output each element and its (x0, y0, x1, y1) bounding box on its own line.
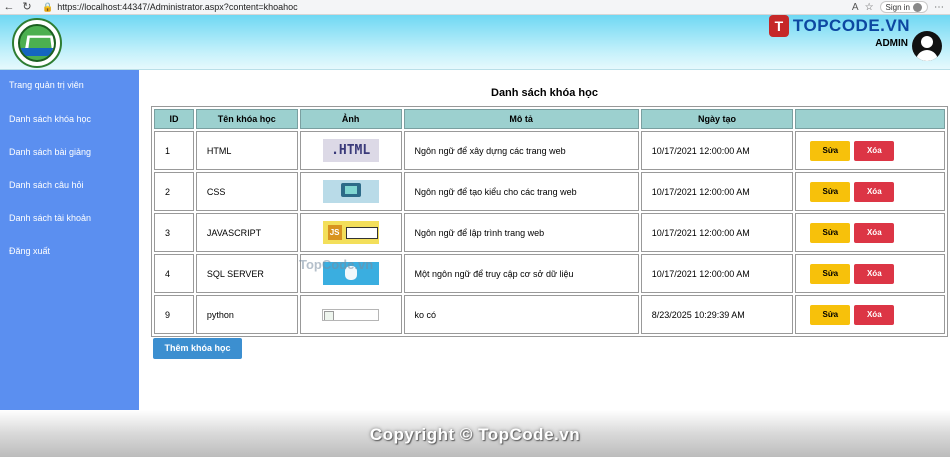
cell-description: ko có (403, 295, 639, 334)
cell-image (299, 213, 402, 252)
sidebar-item-courses[interactable]: Danh sách khóa học (9, 114, 91, 124)
cell-created: 10/17/2021 12:00:00 AM (640, 213, 794, 252)
cell-created: 10/17/2021 12:00:00 AM (640, 254, 794, 293)
profile-icon (913, 2, 922, 12)
main-content: Danh sách khóa học ID Tên khóa học Ảnh M… (139, 70, 950, 410)
footer: Copyright © TopCode.vn (0, 410, 950, 457)
cell-created: 10/17/2021 12:00:00 AM (640, 172, 794, 211)
topcode-logo-icon: T (768, 15, 789, 37)
col-header-image: Ảnh (299, 109, 402, 129)
cell-name: CSS (195, 172, 298, 211)
more-menu-icon[interactable]: ⋯ (934, 2, 944, 13)
cell-description: Một ngôn ngữ để truy cập cơ sở dữ liệu (403, 254, 639, 293)
table-row: 4 SQL SERVER Một ngôn ngữ để truy cập cơ… (154, 254, 945, 293)
sidebar-item-lectures[interactable]: Danh sách bài giảng (9, 147, 91, 157)
delete-button[interactable]: Xóa (854, 304, 895, 325)
cell-actions: Sửa Xóa (795, 131, 945, 170)
col-header-name: Tên khóa học (195, 109, 298, 129)
sidebar-item-admin-home[interactable]: Trang quản trị viên (9, 80, 84, 90)
cell-actions: Sửa Xóa (795, 295, 945, 334)
read-aloud-icon[interactable]: A (852, 2, 859, 13)
cell-created: 8/23/2025 10:29:39 AM (640, 295, 794, 334)
course-thumbnail (322, 262, 379, 285)
delete-button[interactable]: Xóa (854, 222, 895, 243)
sidebar-item-logout[interactable]: Đăng xuất (9, 246, 50, 256)
edit-button[interactable]: Sửa (810, 304, 851, 325)
cell-name: python (195, 295, 298, 334)
cell-description: Ngôn ngữ để xây dựng các trang web (403, 131, 639, 170)
col-header-id: ID (154, 109, 194, 129)
edit-button[interactable]: Sửa (810, 181, 851, 202)
topcode-brand: T TOPCODE.VN (768, 15, 910, 37)
reload-icon[interactable]: ↻ (18, 0, 36, 15)
cell-actions: Sửa Xóa (795, 172, 945, 211)
sidebar-item-questions[interactable]: Danh sách câu hỏi (9, 180, 84, 190)
broken-image-icon (322, 308, 380, 321)
cell-id: 2 (154, 172, 194, 211)
edit-button[interactable]: Sửa (810, 222, 851, 243)
col-header-description: Mô tả (403, 109, 639, 129)
cell-actions: Sửa Xóa (795, 254, 945, 293)
user-avatar-icon[interactable] (912, 31, 942, 61)
table-row: 2 CSS Ngôn ngữ để tạo kiểu cho các trang… (154, 172, 945, 211)
address-bar[interactable]: https://localhost:44347/Administrator.as… (57, 2, 852, 12)
cell-id: 4 (154, 254, 194, 293)
cell-description: Ngôn ngữ để lập trình trang web (403, 213, 639, 252)
cell-id: 9 (154, 295, 194, 334)
courses-table: ID Tên khóa học Ảnh Mô tả Ngày tạo 1 HTM… (151, 106, 948, 337)
sidebar: Trang quản trị viên Danh sách khóa học D… (0, 70, 139, 410)
table-header-row: ID Tên khóa học Ảnh Mô tả Ngày tạo (154, 109, 945, 129)
course-thumbnail (322, 180, 379, 203)
cell-created: 10/17/2021 12:00:00 AM (640, 131, 794, 170)
browser-toolbar: ← ↻ 🔒 https://localhost:44347/Administra… (0, 0, 950, 15)
cell-image (299, 254, 402, 293)
cell-id: 1 (154, 131, 194, 170)
add-course-button[interactable]: Thêm khóa học (153, 338, 242, 359)
cell-name: SQL SERVER (195, 254, 298, 293)
lock-icon[interactable]: 🔒 (42, 2, 53, 13)
table-row: 1 HTML .HTML Ngôn ngữ để xây dựng các tr… (154, 131, 945, 170)
course-thumbnail: .HTML (322, 139, 379, 162)
table-row: 9 python ko có 8/23/2025 10:29:39 AM Sửa… (154, 295, 945, 334)
back-icon[interactable]: ← (0, 0, 18, 15)
cell-name: HTML (195, 131, 298, 170)
course-thumbnail (322, 221, 379, 244)
favorite-star-icon[interactable]: ☆ (865, 2, 874, 13)
edit-button[interactable]: Sửa (810, 263, 851, 284)
admin-username: ADMIN (875, 38, 908, 49)
cell-image: .HTML (299, 131, 402, 170)
logo-emblem (18, 24, 56, 62)
cell-name: JAVASCRIPT (195, 213, 298, 252)
page-title: Danh sách khóa học (491, 87, 598, 99)
table-row: 3 JAVASCRIPT Ngôn ngữ để lập trình trang… (154, 213, 945, 252)
cell-id: 3 (154, 213, 194, 252)
col-header-created: Ngày tạo (640, 109, 794, 129)
signin-button[interactable]: Sign in (879, 1, 928, 13)
cell-description: Ngôn ngữ để tạo kiểu cho các trang web (403, 172, 639, 211)
sidebar-item-accounts[interactable]: Danh sách tài khoản (9, 213, 91, 223)
delete-button[interactable]: Xóa (854, 140, 895, 161)
cell-image (299, 295, 402, 334)
delete-button[interactable]: Xóa (854, 181, 895, 202)
edit-button[interactable]: Sửa (810, 140, 851, 161)
signin-label: Sign in (885, 2, 910, 12)
footer-copyright: Copyright © TopCode.vn (369, 425, 581, 444)
site-header: T TOPCODE.VN ADMIN (0, 15, 950, 70)
school-logo (12, 18, 62, 68)
col-header-actions (795, 109, 945, 129)
cell-actions: Sửa Xóa (795, 213, 945, 252)
delete-button[interactable]: Xóa (854, 263, 895, 284)
topcode-brand-text: TOPCODE.VN (792, 16, 910, 35)
cell-image (299, 172, 402, 211)
